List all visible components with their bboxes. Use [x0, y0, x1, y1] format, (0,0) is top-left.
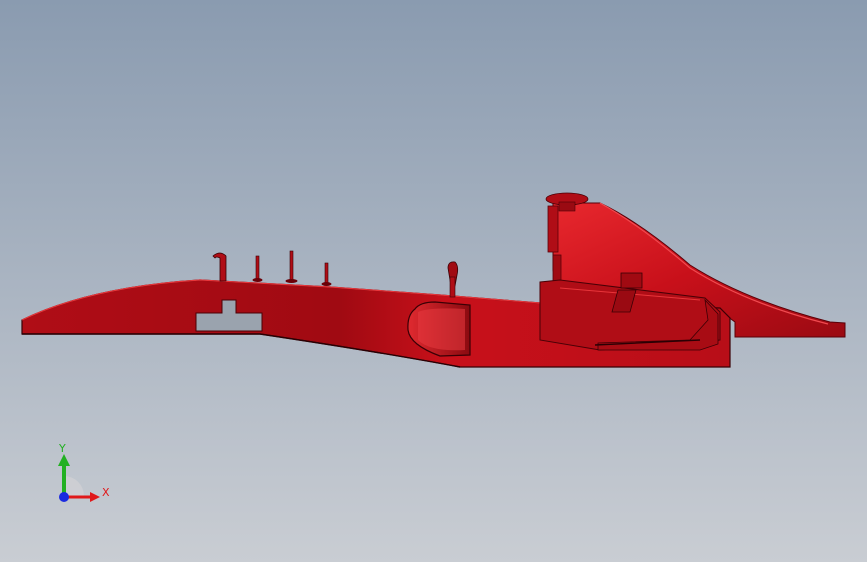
axis-triad: Y X — [46, 440, 116, 510]
x-axis-arrow — [90, 492, 100, 502]
z-axis-dot — [59, 492, 69, 502]
axis-triad-graphic — [58, 454, 100, 502]
viewport-background — [0, 0, 867, 562]
y-axis-label: Y — [59, 442, 66, 455]
graphics-viewport[interactable]: Y X — [0, 0, 867, 562]
model-canvas[interactable] — [0, 0, 867, 562]
y-axis-arrow — [58, 454, 70, 466]
x-axis-label: X — [102, 486, 110, 499]
